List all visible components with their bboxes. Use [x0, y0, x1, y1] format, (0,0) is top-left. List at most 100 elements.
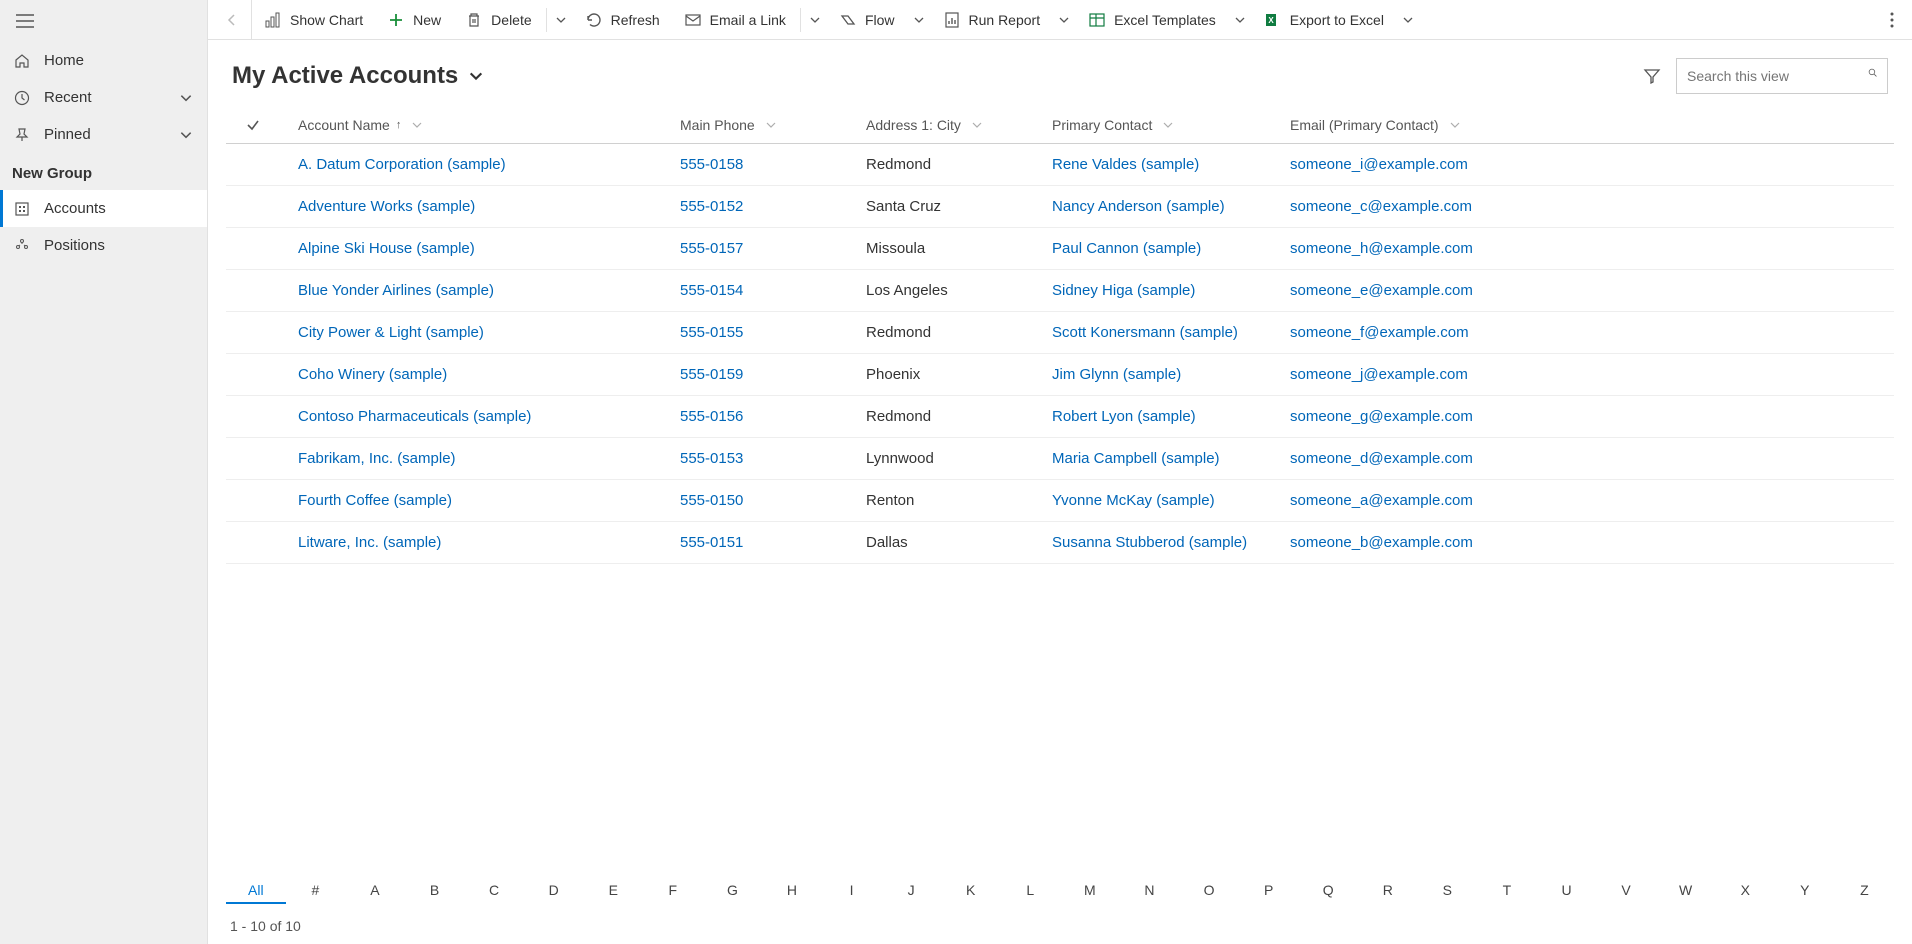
phone-link[interactable]: 555-0155 — [680, 324, 743, 341]
contact-link[interactable]: Scott Konersmann (sample) — [1052, 324, 1238, 341]
contact-link[interactable]: Paul Cannon (sample) — [1052, 240, 1201, 257]
export-excel-button[interactable]: X Export to Excel — [1252, 0, 1396, 40]
email-link[interactable]: someone_a@example.com — [1290, 492, 1473, 509]
alpha-filter-item[interactable]: F — [643, 878, 703, 904]
account-name-link[interactable]: Blue Yonder Airlines (sample) — [298, 282, 494, 299]
contact-link[interactable]: Nancy Anderson (sample) — [1052, 198, 1225, 215]
account-name-link[interactable]: Coho Winery (sample) — [298, 366, 447, 383]
table-row[interactable]: Coho Winery (sample)555-0159PhoenixJim G… — [226, 354, 1894, 396]
alpha-filter-item[interactable]: Q — [1298, 878, 1358, 904]
contact-link[interactable]: Jim Glynn (sample) — [1052, 366, 1181, 383]
account-name-link[interactable]: Contoso Pharmaceuticals (sample) — [298, 408, 531, 425]
alpha-filter-item[interactable]: V — [1596, 878, 1656, 904]
contact-link[interactable]: Robert Lyon (sample) — [1052, 408, 1196, 425]
flow-button[interactable]: Flow — [827, 0, 907, 40]
table-row[interactable]: Litware, Inc. (sample)555-0151DallasSusa… — [226, 522, 1894, 564]
account-name-link[interactable]: A. Datum Corporation (sample) — [298, 156, 506, 173]
alpha-filter-item[interactable]: T — [1477, 878, 1537, 904]
alpha-filter-item[interactable]: N — [1120, 878, 1180, 904]
refresh-button[interactable]: Refresh — [573, 0, 672, 40]
new-button[interactable]: New — [375, 0, 453, 40]
column-header-email[interactable]: Email (Primary Contact) — [1290, 117, 1894, 133]
column-header-main-phone[interactable]: Main Phone — [680, 117, 866, 133]
email-split-chevron[interactable] — [803, 0, 827, 40]
account-name-link[interactable]: Litware, Inc. (sample) — [298, 534, 441, 551]
phone-link[interactable]: 555-0159 — [680, 366, 743, 383]
alpha-filter-item[interactable]: H — [762, 878, 822, 904]
alpha-filter-item[interactable]: B — [405, 878, 465, 904]
contact-link[interactable]: Rene Valdes (sample) — [1052, 156, 1199, 173]
alpha-filter-item[interactable]: A — [345, 878, 405, 904]
nav-pinned[interactable]: Pinned — [0, 116, 207, 153]
phone-link[interactable]: 555-0150 — [680, 492, 743, 509]
account-name-link[interactable]: Adventure Works (sample) — [298, 198, 475, 215]
table-row[interactable]: Fourth Coffee (sample)555-0150RentonYvon… — [226, 480, 1894, 522]
alpha-filter-item[interactable]: R — [1358, 878, 1418, 904]
table-row[interactable]: Adventure Works (sample)555-0152Santa Cr… — [226, 186, 1894, 228]
flow-split-chevron[interactable] — [907, 0, 931, 40]
alpha-filter-item[interactable]: M — [1060, 878, 1120, 904]
alpha-filter-item[interactable]: All — [226, 878, 286, 904]
email-link[interactable]: someone_f@example.com — [1290, 324, 1469, 341]
alpha-filter-item[interactable]: X — [1715, 878, 1775, 904]
alpha-filter-item[interactable]: C — [464, 878, 524, 904]
column-header-city[interactable]: Address 1: City — [866, 117, 1052, 133]
alpha-filter-item[interactable]: S — [1418, 878, 1478, 904]
email-link[interactable]: someone_e@example.com — [1290, 282, 1473, 299]
phone-link[interactable]: 555-0153 — [680, 450, 743, 467]
search-input[interactable] — [1687, 68, 1868, 84]
select-all-checkbox[interactable] — [226, 118, 280, 132]
alpha-filter-item[interactable]: I — [822, 878, 882, 904]
phone-link[interactable]: 555-0156 — [680, 408, 743, 425]
email-link[interactable]: someone_h@example.com — [1290, 240, 1473, 257]
filter-button[interactable] — [1642, 66, 1662, 86]
table-row[interactable]: A. Datum Corporation (sample)555-0158Red… — [226, 144, 1894, 186]
delete-button[interactable]: Delete — [453, 0, 543, 40]
account-name-link[interactable]: Alpine Ski House (sample) — [298, 240, 475, 257]
run-report-button[interactable]: Run Report — [931, 0, 1053, 40]
alpha-filter-item[interactable]: W — [1656, 878, 1716, 904]
phone-link[interactable]: 555-0157 — [680, 240, 743, 257]
nav-positions[interactable]: Positions — [0, 227, 207, 264]
nav-recent[interactable]: Recent — [0, 79, 207, 116]
search-box[interactable] — [1676, 58, 1888, 94]
alpha-filter-item[interactable]: E — [583, 878, 643, 904]
phone-link[interactable]: 555-0151 — [680, 534, 743, 551]
table-row[interactable]: Alpine Ski House (sample)555-0157Missoul… — [226, 228, 1894, 270]
table-row[interactable]: Contoso Pharmaceuticals (sample) 555-0156… — [226, 396, 1894, 438]
alpha-filter-item[interactable]: L — [1001, 878, 1061, 904]
alpha-filter-item[interactable]: U — [1537, 878, 1597, 904]
email-link[interactable]: someone_d@example.com — [1290, 450, 1473, 467]
contact-link[interactable]: Susanna Stubberod (sample) — [1052, 534, 1247, 551]
email-link[interactable]: someone_g@example.com — [1290, 408, 1473, 425]
export-split-chevron[interactable] — [1396, 0, 1420, 40]
alpha-filter-item[interactable]: D — [524, 878, 584, 904]
table-row[interactable]: City Power & Light (sample)555-0155Redmo… — [226, 312, 1894, 354]
alpha-filter-item[interactable]: P — [1239, 878, 1299, 904]
back-button[interactable] — [212, 0, 252, 40]
table-row[interactable]: Fabrikam, Inc. (sample)555-0153LynnwoodM… — [226, 438, 1894, 480]
column-header-account-name[interactable]: Account Name ↑ — [280, 117, 680, 133]
hamburger-button[interactable] — [0, 0, 207, 42]
account-name-link[interactable]: Fourth Coffee (sample) — [298, 492, 452, 509]
email-link[interactable]: someone_b@example.com — [1290, 534, 1473, 551]
nav-home[interactable]: Home — [0, 42, 207, 79]
delete-split-chevron[interactable] — [549, 0, 573, 40]
templates-split-chevron[interactable] — [1228, 0, 1252, 40]
contact-link[interactable]: Yvonne McKay (sample) — [1052, 492, 1215, 509]
account-name-link[interactable]: Fabrikam, Inc. (sample) — [298, 450, 456, 467]
column-header-primary-contact[interactable]: Primary Contact — [1052, 117, 1290, 133]
alpha-filter-item[interactable]: O — [1179, 878, 1239, 904]
email-link[interactable]: someone_i@example.com — [1290, 156, 1468, 173]
show-chart-button[interactable]: Show Chart — [252, 0, 375, 40]
report-split-chevron[interactable] — [1052, 0, 1076, 40]
alpha-filter-item[interactable]: # — [286, 878, 346, 904]
email-link-button[interactable]: Email a Link — [672, 0, 798, 40]
alpha-filter-item[interactable]: Z — [1835, 878, 1895, 904]
phone-link[interactable]: 555-0154 — [680, 282, 743, 299]
table-row[interactable]: Blue Yonder Airlines (sample)555-0154Los… — [226, 270, 1894, 312]
email-link[interactable]: someone_c@example.com — [1290, 198, 1472, 215]
account-name-link[interactable]: City Power & Light (sample) — [298, 324, 484, 341]
phone-link[interactable]: 555-0152 — [680, 198, 743, 215]
nav-accounts[interactable]: Accounts — [0, 190, 207, 227]
